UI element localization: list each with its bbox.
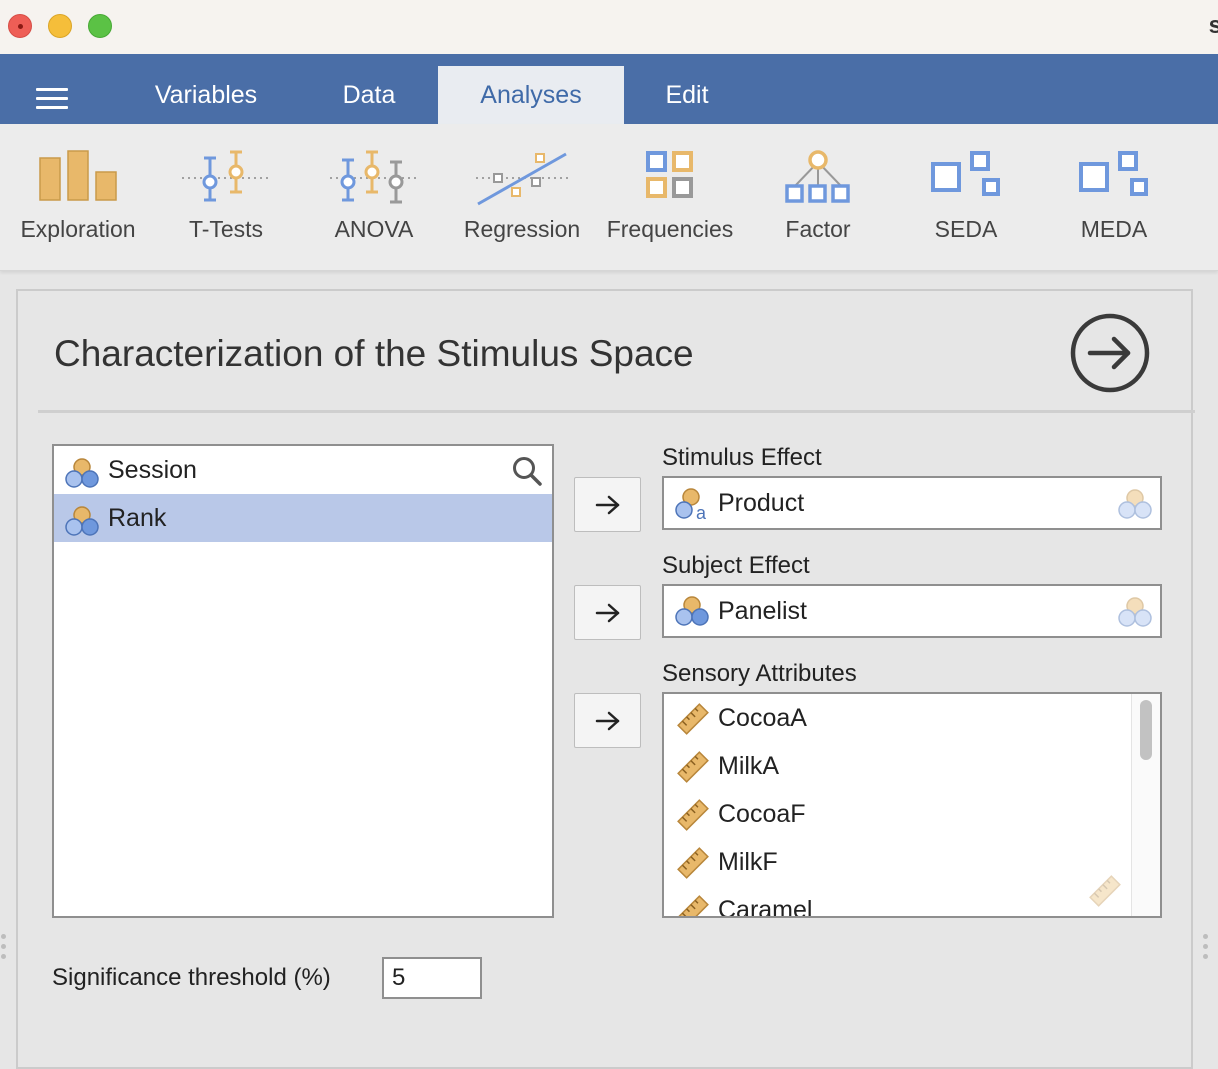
tab-edit[interactable]: Edit xyxy=(624,66,750,124)
meda-button[interactable]: MEDA xyxy=(1040,124,1188,270)
t-tests-button[interactable]: T-Tests xyxy=(152,124,300,270)
nominal-variable-icon xyxy=(65,506,99,536)
move-to-subject-effect-button[interactable] xyxy=(574,585,641,640)
variable-name: Session xyxy=(108,456,197,484)
close-window-button[interactable] xyxy=(8,14,32,38)
ruler-icon xyxy=(677,703,709,735)
meda-label: MEDA xyxy=(1080,216,1148,242)
nominal-variable-icon xyxy=(675,596,709,626)
tab-variables[interactable]: Variables xyxy=(124,66,288,124)
panel-divider xyxy=(38,410,1195,413)
factor-button[interactable]: Factor xyxy=(744,124,892,270)
minimize-window-button[interactable] xyxy=(48,14,72,38)
search-icon[interactable] xyxy=(512,456,542,486)
panel-title: Characterization of the Stimulus Space xyxy=(54,333,694,374)
menu-bar: Variables Data Analyses Edit xyxy=(0,54,1218,124)
regression-icon xyxy=(476,152,568,206)
zoom-window-button[interactable] xyxy=(88,14,112,38)
significance-threshold-label: Significance threshold (%) xyxy=(52,964,331,991)
frequencies-button[interactable]: Frequencies xyxy=(596,124,744,270)
list-item[interactable]: MilkA xyxy=(664,742,1160,790)
ruler-icon xyxy=(677,751,709,783)
analyses-ribbon: Exploration T-Tests ANOVA Regression Fre… xyxy=(0,124,1218,271)
move-to-stimulus-effect-button[interactable] xyxy=(574,477,641,532)
attribute-name: MilkA xyxy=(718,752,780,780)
meda-icon xyxy=(1079,151,1148,196)
anova-icon xyxy=(330,150,418,204)
stimulus-effect-value: Product xyxy=(718,489,805,517)
list-item[interactable]: Caramel xyxy=(664,886,1160,918)
tab-data[interactable]: Data xyxy=(300,66,438,124)
exploration-label: Exploration xyxy=(20,216,136,242)
attribute-name: CocoaF xyxy=(718,800,806,828)
attribute-name: CocoaA xyxy=(718,704,807,732)
list-item-selected[interactable]: Rank xyxy=(54,494,552,542)
variable-name: Rank xyxy=(108,504,167,532)
anova-label: ANOVA xyxy=(334,216,414,242)
nominal-variable-hint-icon xyxy=(1118,597,1152,627)
exploration-button[interactable]: Exploration xyxy=(4,124,152,270)
seda-label: SEDA xyxy=(934,216,998,242)
factor-label: Factor xyxy=(785,216,851,242)
window-title: s xyxy=(1208,12,1218,39)
t-tests-label: T-Tests xyxy=(188,216,264,242)
tab-analyses[interactable]: Analyses xyxy=(438,66,624,124)
arrow-right-icon xyxy=(595,495,620,515)
sensory-attributes-label: Sensory Attributes xyxy=(662,660,857,687)
list-item[interactable]: CocoaA xyxy=(664,694,1160,742)
seda-icon xyxy=(931,151,1000,196)
stimulus-effect-label: Stimulus Effect xyxy=(662,444,822,471)
stimulus-effect-field[interactable]: a Product xyxy=(662,476,1162,530)
arrow-right-icon xyxy=(595,711,620,731)
scrollbar-thumb[interactable] xyxy=(1140,700,1152,760)
nominal-text-variable-icon: a xyxy=(675,488,707,520)
left-resize-grip[interactable] xyxy=(1,934,7,964)
t-tests-icon xyxy=(182,150,270,202)
significance-threshold-input[interactable] xyxy=(382,957,482,999)
title-bar: s xyxy=(0,0,1218,54)
factor-icon xyxy=(785,150,850,203)
attribute-name: Caramel xyxy=(718,896,813,918)
ruler-icon xyxy=(677,895,709,916)
move-to-sensory-attributes-button[interactable] xyxy=(574,693,641,748)
regression-button[interactable]: Regression xyxy=(448,124,596,270)
svg-text:a: a xyxy=(696,503,707,520)
ruler-icon xyxy=(677,847,709,879)
seda-button[interactable]: SEDA xyxy=(892,124,1040,270)
list-item[interactable]: MilkF xyxy=(664,838,1160,886)
attribute-name: MilkF xyxy=(718,848,778,876)
right-resize-grip[interactable] xyxy=(1203,934,1209,964)
ruler-icon xyxy=(677,799,709,831)
subject-effect-field[interactable]: Panelist xyxy=(662,584,1162,638)
subject-effect-value: Panelist xyxy=(718,597,807,625)
hamburger-menu-icon[interactable] xyxy=(36,88,68,110)
nominal-variable-hint-icon xyxy=(1118,489,1152,519)
run-arrow-icon[interactable] xyxy=(1070,313,1150,393)
attributes-scrollbar[interactable] xyxy=(1131,694,1160,916)
subject-effect-label: Subject Effect xyxy=(662,552,810,579)
list-item[interactable]: CocoaF xyxy=(664,790,1160,838)
frequencies-icon xyxy=(646,151,693,198)
sensory-attributes-list[interactable]: CocoaA MilkA CocoaF MilkF Caramel xyxy=(662,692,1162,918)
anova-button[interactable]: ANOVA xyxy=(300,124,448,270)
regression-label: Regression xyxy=(463,216,581,242)
exploration-icon xyxy=(39,150,117,201)
arrow-right-icon xyxy=(595,603,620,623)
list-item[interactable]: Session xyxy=(54,446,552,494)
ruler-hint-icon xyxy=(1089,875,1121,907)
available-variables-list[interactable]: Session Rank xyxy=(52,444,554,918)
frequencies-label: Frequencies xyxy=(606,216,734,242)
nominal-variable-icon xyxy=(65,458,99,488)
